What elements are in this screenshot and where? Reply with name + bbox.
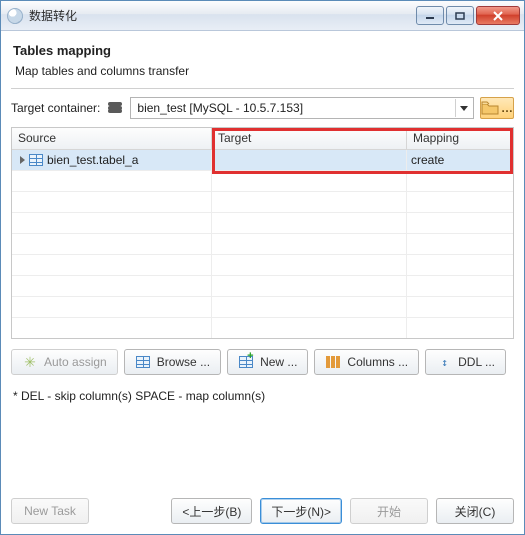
browse-button[interactable]: Browse ... — [124, 349, 221, 375]
target-container-select[interactable]: bien_test [MySQL - 10.5.7.153] — [130, 97, 474, 119]
browse-container-button[interactable]: … — [480, 97, 514, 119]
column-header-target[interactable]: Target — [212, 128, 407, 149]
app-icon — [7, 8, 23, 24]
columns-button[interactable]: Columns ... — [314, 349, 419, 375]
table-row — [12, 213, 513, 234]
table-row — [12, 171, 513, 192]
maximize-button[interactable] — [446, 6, 474, 25]
hint-text: * DEL - skip column(s) SPACE - map colum… — [13, 389, 512, 403]
next-button[interactable]: 下一步(N)> — [260, 498, 342, 524]
close-dialog-button[interactable]: 关闭(C) — [436, 498, 514, 524]
table-header: Source Target Mapping — [12, 128, 513, 150]
cell-target — [212, 150, 407, 170]
table-icon — [135, 355, 151, 369]
table-row — [12, 234, 513, 255]
ddl-icon: ↕ — [436, 355, 452, 369]
ddl-button[interactable]: ↕ DDL ... — [425, 349, 506, 375]
database-icon — [106, 100, 124, 116]
table-row — [12, 192, 513, 213]
chevron-down-icon — [455, 99, 471, 117]
cell-source: bien_test.tabel_a — [12, 150, 212, 170]
auto-assign-label: Auto assign — [44, 355, 107, 369]
minimize-button[interactable] — [416, 6, 444, 25]
content-area: Tables mapping Map tables and columns tr… — [1, 31, 524, 534]
ellipsis-icon: … — [501, 101, 513, 115]
target-container-label: Target container: — [11, 101, 100, 115]
back-button[interactable]: <上一步(B) — [171, 498, 252, 524]
auto-assign-button[interactable]: ✳ Auto assign — [11, 349, 118, 375]
new-label: New ... — [260, 355, 297, 369]
new-table-icon: + — [238, 355, 254, 369]
titlebar: 数据转化 — [1, 1, 524, 31]
expand-icon[interactable] — [20, 156, 25, 164]
page-subtitle: Map tables and columns transfer — [15, 64, 510, 78]
star-icon: ✳ — [22, 355, 38, 369]
new-task-button[interactable]: New Task — [11, 498, 89, 524]
window-controls — [416, 6, 520, 25]
page-title: Tables mapping — [13, 43, 512, 58]
table-icon — [29, 154, 43, 166]
target-container-row: Target container: bien_test [MySQL - 10.… — [11, 97, 514, 119]
ddl-label: DDL ... — [458, 355, 495, 369]
mapping-table: Source Target Mapping bien_test.tabel_a … — [11, 127, 514, 339]
table-row — [12, 255, 513, 276]
source-text: bien_test.tabel_a — [47, 153, 138, 167]
cell-mapping: create — [407, 150, 513, 170]
table-body: bien_test.tabel_a create — [12, 150, 513, 338]
table-row — [12, 318, 513, 338]
action-bar: ✳ Auto assign Browse ... + New ... Colum… — [11, 349, 514, 375]
folder-icon — [481, 101, 499, 115]
column-header-source[interactable]: Source — [12, 128, 212, 149]
window-title: 数据转化 — [29, 7, 416, 24]
target-container-value: bien_test [MySQL - 10.5.7.153] — [137, 101, 455, 115]
start-button[interactable]: 开始 — [350, 498, 428, 524]
column-header-mapping[interactable]: Mapping — [407, 128, 513, 149]
divider — [11, 88, 514, 89]
close-button[interactable] — [476, 6, 520, 25]
table-row — [12, 297, 513, 318]
columns-icon — [325, 355, 341, 369]
table-row — [12, 276, 513, 297]
columns-label: Columns ... — [347, 355, 408, 369]
new-button[interactable]: + New ... — [227, 349, 308, 375]
table-row[interactable]: bien_test.tabel_a create — [12, 150, 513, 171]
browse-label: Browse ... — [157, 355, 210, 369]
footer: New Task <上一步(B) 下一步(N)> 开始 关闭(C) — [11, 484, 514, 524]
